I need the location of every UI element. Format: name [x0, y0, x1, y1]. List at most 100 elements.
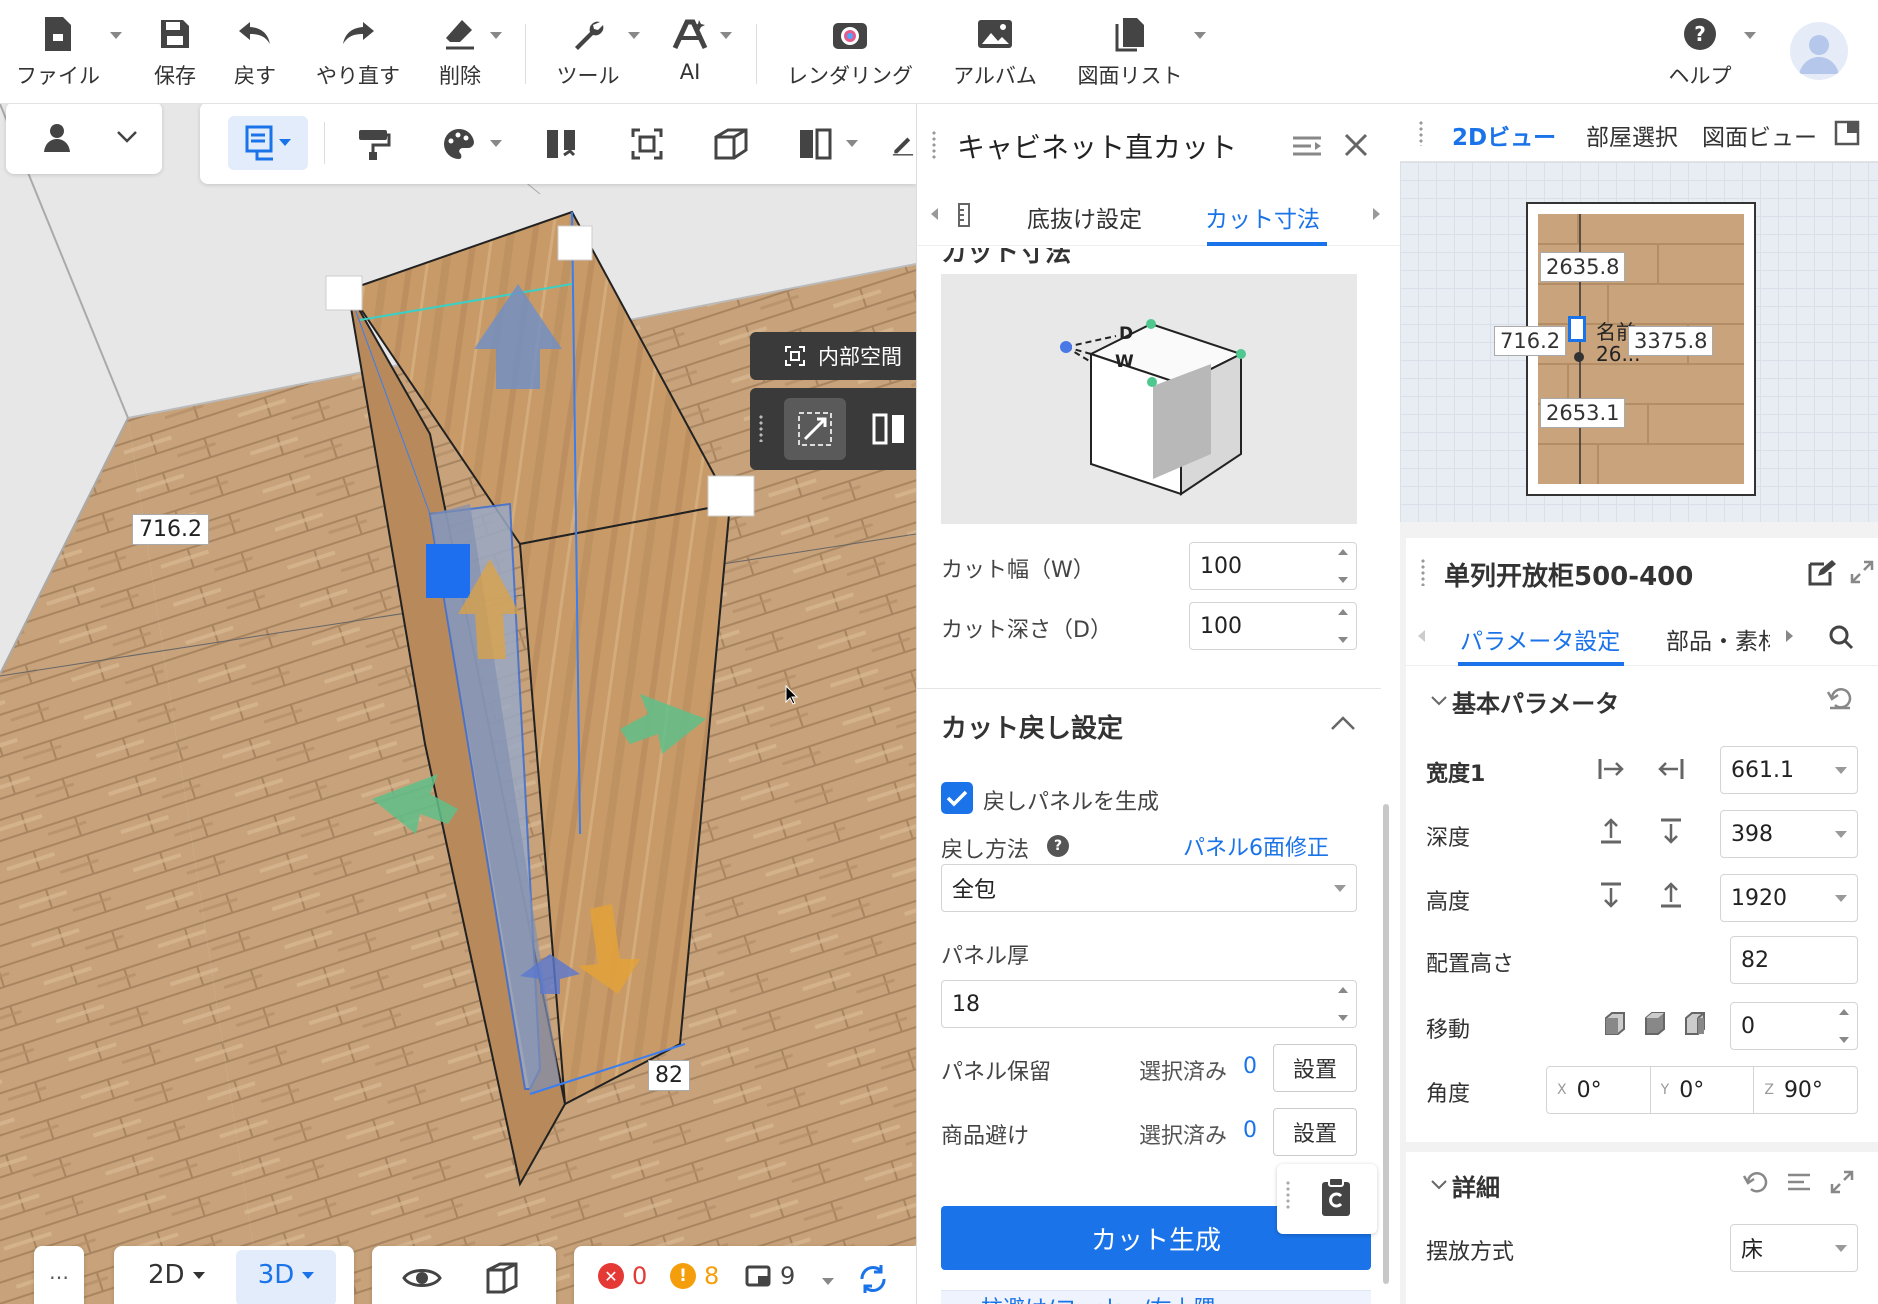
rendering-button[interactable]: レンダリング	[780, 14, 920, 90]
drawing-list-caret-icon[interactable]	[1194, 32, 1206, 39]
tab-bottom-removal[interactable]: 底抜け設定	[1027, 200, 1142, 234]
help-icon[interactable]: ?	[1047, 835, 1069, 857]
panel-toggle-icon[interactable]	[1834, 120, 1860, 146]
tools-menu-button[interactable]: ツール	[548, 14, 628, 90]
product-avoid-set-button[interactable]: 設置	[1273, 1108, 1357, 1156]
chevron-down-icon[interactable]	[1430, 1178, 1448, 1192]
selection-mode-button[interactable]	[228, 116, 308, 170]
dimension-label[interactable]: 716.2	[1494, 326, 1567, 356]
material-tool-button[interactable]	[436, 122, 482, 166]
dimension-label[interactable]: 3375.8	[1628, 326, 1714, 356]
move-stepper[interactable]	[1837, 1009, 1851, 1043]
sort-icon[interactable]	[1786, 1170, 1814, 1196]
dimension-label[interactable]: 716.2	[132, 514, 209, 545]
file-menu-button[interactable]: ファイル	[10, 14, 106, 90]
tab-scroll-left-icon[interactable]	[931, 208, 938, 220]
panel-6face-link[interactable]: パネル6面修正	[1183, 830, 1329, 862]
cut-depth-input[interactable]: 100	[1189, 602, 1357, 650]
generate-panel-checkbox[interactable]	[941, 782, 973, 814]
dimension-label[interactable]: 2635.8	[1540, 252, 1626, 282]
panel-tool-button[interactable]	[708, 122, 754, 166]
door-caret-icon[interactable]	[846, 140, 858, 147]
edit-tool-button[interactable]	[890, 122, 916, 166]
save-button[interactable]: 保存	[140, 14, 210, 90]
cut-width-input[interactable]: 100	[1189, 542, 1357, 590]
ai-menu-button[interactable]: AI	[660, 14, 720, 90]
placement-method-select[interactable]: 床	[1730, 1224, 1858, 1272]
2d-floor-plan[interactable]: 名前 26... 2635.8 716.2 3375.8 2653.1	[1400, 162, 1878, 522]
tab-scroll-right-icon[interactable]	[1373, 208, 1380, 220]
cut-width-stepper[interactable]	[1336, 549, 1350, 583]
drag-handle-icon[interactable]	[1420, 558, 1426, 586]
drag-handle-icon[interactable]	[931, 130, 937, 160]
error-count[interactable]: ✕ 0	[598, 1262, 647, 1290]
expand-icon[interactable]	[1830, 1170, 1854, 1194]
drag-handle-icon[interactable]	[1418, 120, 1424, 146]
split-layout-button[interactable]	[864, 402, 916, 456]
cut-panel-scrollbar[interactable]	[1383, 804, 1389, 1284]
ai-caret-icon[interactable]	[720, 32, 732, 39]
panel-keep-count[interactable]: 0	[1243, 1054, 1257, 1079]
placement-height-input[interactable]: 82	[1730, 936, 1858, 984]
angle-y-input[interactable]: Y 0°	[1651, 1067, 1755, 1113]
cut-depth-stepper[interactable]	[1336, 609, 1350, 643]
cabinet-marker[interactable]	[1568, 316, 1586, 342]
help-caret-icon[interactable]	[1744, 32, 1756, 39]
material-caret-icon[interactable]	[490, 140, 502, 147]
panel-keep-set-button[interactable]: 設置	[1273, 1044, 1357, 1092]
edit-icon[interactable]	[1806, 558, 1836, 588]
frame-select-button[interactable]	[624, 122, 670, 166]
tab-drawing-view[interactable]: 図面ビュー	[1702, 118, 1817, 152]
dimension-label[interactable]: 82	[648, 1060, 690, 1091]
user-avatar[interactable]	[1790, 22, 1848, 80]
redo-button[interactable]: やり直す	[308, 14, 408, 90]
sync-icon[interactable]	[856, 1262, 890, 1296]
user-view-selector[interactable]	[6, 104, 162, 174]
item-count[interactable]: 9	[744, 1262, 795, 1290]
height-select[interactable]: 1920	[1720, 874, 1858, 922]
reset-icon[interactable]	[1826, 686, 1854, 712]
chevron-down-icon[interactable]	[1430, 694, 1448, 708]
extend-left-icon[interactable]	[1656, 756, 1686, 782]
box-view-icon[interactable]	[484, 1260, 520, 1296]
inner-space-button[interactable]: 内部空間	[750, 332, 916, 380]
dimension-label[interactable]: 2653.1	[1540, 398, 1626, 428]
drag-handle-icon[interactable]	[758, 414, 764, 442]
door-tool-button[interactable]	[792, 122, 838, 166]
depth-select[interactable]: 398	[1720, 810, 1858, 858]
undo-button[interactable]: 戻す	[220, 14, 290, 90]
angle-z-input[interactable]: Z 90°	[1754, 1067, 1857, 1113]
tab-parameter-settings[interactable]: パラメータ設定	[1460, 622, 1620, 656]
extend-down-icon[interactable]	[1658, 816, 1684, 846]
tab-cut-dimension[interactable]: カット寸法	[1205, 200, 1320, 234]
tab-parts-materials[interactable]: 部品・素材	[1666, 622, 1770, 654]
collapse-panel-icon[interactable]	[1291, 132, 1323, 160]
extend-up-icon[interactable]	[1658, 880, 1684, 910]
panel-thickness-stepper[interactable]	[1336, 987, 1350, 1021]
search-icon[interactable]	[1828, 624, 1854, 650]
width-select[interactable]: 661.1	[1720, 746, 1858, 794]
extend-up-icon[interactable]	[1598, 816, 1624, 846]
tab-room-select[interactable]: 部屋選択	[1586, 118, 1678, 152]
tab-scroll-right-icon[interactable]	[1786, 630, 1793, 642]
return-method-select[interactable]: 全包	[941, 864, 1357, 912]
help-button[interactable]: ? ヘルプ	[1660, 14, 1740, 90]
reset-icon[interactable]	[1742, 1170, 1770, 1196]
tools-caret-icon[interactable]	[628, 32, 640, 39]
resize-tool-button[interactable]	[784, 398, 846, 460]
product-avoid-count[interactable]: 0	[1243, 1118, 1257, 1143]
move-input[interactable]: 0	[1730, 1002, 1858, 1050]
move-y-icon[interactable]	[1642, 1010, 1668, 1036]
album-button[interactable]: アルバム	[945, 14, 1045, 90]
drag-handle-icon[interactable]	[1285, 1180, 1291, 1210]
3d-viewport[interactable]: 内部空間 716.2 82 … 2D 3D ✕ 0 ! 8 9	[0, 104, 916, 1304]
close-icon[interactable]	[1341, 130, 1371, 160]
move-x-icon[interactable]	[1602, 1010, 1628, 1036]
move-z-icon[interactable]	[1682, 1010, 1708, 1036]
split-tool-button[interactable]	[538, 122, 584, 166]
warning-count[interactable]: ! 8	[670, 1262, 719, 1290]
panel-thickness-input[interactable]: 18	[941, 980, 1357, 1028]
angle-x-input[interactable]: X 0°	[1547, 1067, 1651, 1113]
extend-right-icon[interactable]	[1596, 756, 1626, 782]
extend-down-icon[interactable]	[1598, 880, 1624, 910]
